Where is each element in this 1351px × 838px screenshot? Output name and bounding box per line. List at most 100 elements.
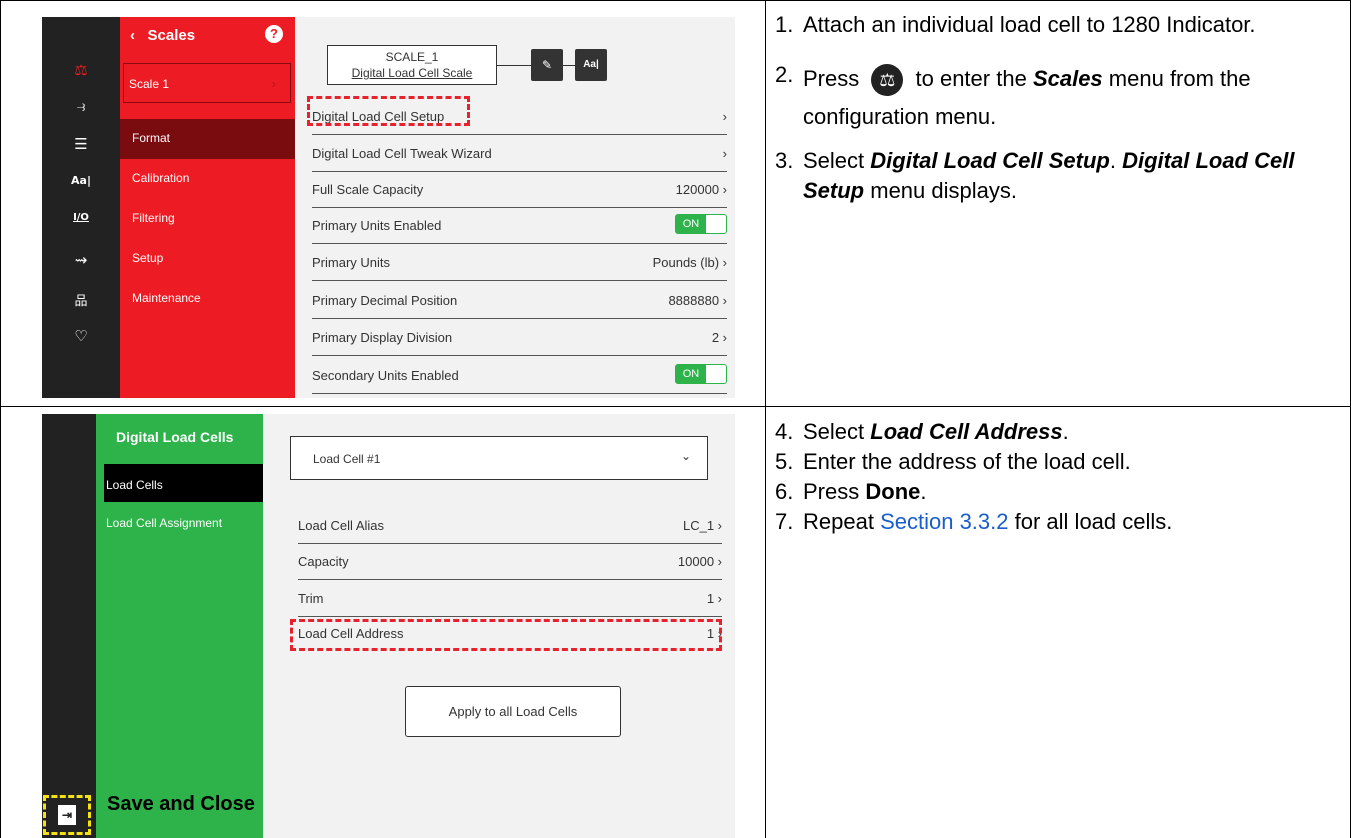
wireless-icon[interactable]: ⥽ <box>42 97 120 115</box>
step-number: 3. <box>775 148 794 173</box>
row-value: 8888880 › <box>668 293 727 308</box>
step-emphasis: Load Cell Address <box>870 419 1063 444</box>
step-number: 6. <box>775 479 794 504</box>
row-label: Primary Decimal Position <box>312 293 458 308</box>
step-bold: Done <box>865 479 921 504</box>
row-value: Pounds (lb) › <box>652 255 727 270</box>
row-primary-decimal-position[interactable]: Primary Decimal Position 8888880 › <box>312 285 727 319</box>
scale-settings-pane: SCALE_1 Digital Load Cell Scale ✎ Aa| Di… <box>295 17 735 398</box>
scale-icon[interactable]: ⚖ <box>42 61 120 79</box>
save-close-icon[interactable]: ⇥ <box>58 805 76 825</box>
load-cell-select[interactable]: Load Cell #1 ⌄ <box>290 436 708 480</box>
list-icon[interactable]: ☰ <box>42 135 120 153</box>
nav-rail: ⚖ ⥽ ☰ Aa| I/O ⇝ 品 ♡ <box>42 17 120 398</box>
toggle-on-label: ON <box>676 215 706 233</box>
row-divider <box>312 393 727 394</box>
step-text-part: Press <box>803 479 860 504</box>
row-secondary-units-enabled: Secondary Units Enabled ON <box>312 360 727 394</box>
page-title: Scales <box>147 27 196 44</box>
row-divider <box>312 355 727 356</box>
step-text: Select Load Cell Address. <box>803 417 1345 447</box>
row-value: › <box>722 146 727 161</box>
row-label: Trim <box>298 591 324 606</box>
chevron-right-icon: › <box>271 76 276 91</box>
row-divider <box>312 243 727 244</box>
table-border-mid <box>0 406 1351 407</box>
toggle-on-label: ON <box>676 365 706 383</box>
row-capacity[interactable]: Capacity 10000 › <box>298 546 722 580</box>
menu-item-filtering[interactable]: Filtering <box>120 199 295 239</box>
back-icon[interactable]: ‹ <box>130 27 135 44</box>
row-divider <box>312 134 727 135</box>
row-load-cell-alias[interactable]: Load Cell Alias LC_1 › <box>298 510 722 544</box>
step-emphasis: Scales <box>1032 66 1103 91</box>
font-settings-icon[interactable]: Aa| <box>575 49 607 81</box>
scales-header[interactable]: ‹ Scales <box>130 27 195 44</box>
row-label: Primary Units Enabled <box>312 218 442 233</box>
edit-icon[interactable]: ✎ <box>531 49 563 81</box>
network-icon[interactable]: 品 <box>42 290 120 309</box>
save-close-highlight: ⇥ <box>43 795 91 835</box>
nav-rail-2 <box>42 414 96 838</box>
row-trim[interactable]: Trim 1 › <box>298 583 722 617</box>
row-value: LC_1 › <box>682 518 722 533</box>
step-text: Attach an individual load cell to 1280 I… <box>803 12 1256 37</box>
menu-item-maintenance[interactable]: Maintenance <box>120 279 295 319</box>
table-border-divider <box>765 0 766 838</box>
apply-to-all-button[interactable]: Apply to all Load Cells <box>405 686 621 737</box>
step-number: 1. <box>775 12 794 37</box>
io-icon[interactable]: I/O <box>42 212 120 223</box>
step-text: Press ⚖ to enter the Scales menu from th… <box>803 60 1345 136</box>
row-label: Secondary Units Enabled <box>312 368 459 383</box>
scale-type: Digital Load Cell Scale <box>351 66 473 80</box>
step-text-part: menu from the configuration menu. <box>803 66 1251 129</box>
scale-name-box: SCALE_1 Digital Load Cell Scale <box>327 45 497 85</box>
primary-units-toggle[interactable]: ON <box>675 214 727 234</box>
digital-load-cells-menu: Digital Load Cells Load Cells Load Cell … <box>96 414 263 838</box>
step-2: 2. Press ⚖ to enter the Scales menu from… <box>775 60 1345 136</box>
row-value: 2 › <box>711 330 727 345</box>
row-divider <box>312 318 727 319</box>
help-icon[interactable]: ? <box>265 25 283 43</box>
connector-line <box>497 65 531 66</box>
connector-line <box>563 65 575 66</box>
step-number: 2. <box>775 62 794 87</box>
scale-select[interactable]: Scale 1 › <box>123 63 291 103</box>
health-icon[interactable]: ♡ <box>42 327 120 345</box>
row-label: Capacity <box>298 554 349 569</box>
font-icon[interactable]: Aa| <box>42 174 120 187</box>
scale-select-label: Scale 1 <box>129 77 170 91</box>
table-border-left <box>0 0 1 838</box>
row-primary-display-division[interactable]: Primary Display Division 2 › <box>312 322 727 356</box>
highlight-load-cell-address <box>290 619 722 651</box>
step-number: 7. <box>775 509 794 534</box>
row-value: 1 › <box>706 591 722 606</box>
menu-item-load-cells[interactable]: Load Cells <box>104 464 263 502</box>
row-full-scale-capacity[interactable]: Full Scale Capacity 120000 › <box>312 174 727 208</box>
step-text-part: Select <box>803 419 865 444</box>
row-label: Primary Units <box>312 255 391 270</box>
row-divider <box>312 207 727 208</box>
scale-name: SCALE_1 <box>385 50 439 64</box>
row-value: › <box>722 109 727 124</box>
step-text-part: . <box>1062 419 1069 444</box>
menu-item-calibration[interactable]: Calibration <box>120 159 295 199</box>
page-title: Digital Load Cells <box>116 429 234 445</box>
row-tweak-wizard[interactable]: Digital Load Cell Tweak Wizard › <box>312 138 727 172</box>
menu-item-load-cell-assignment[interactable]: Load Cell Assignment <box>106 516 222 530</box>
step-text-part: Select <box>803 148 865 173</box>
save-and-close-label: Save and Close <box>107 793 255 815</box>
section-link[interactable]: Section 3.3.2 <box>880 509 1008 534</box>
menu-item-format[interactable]: Format <box>120 119 295 159</box>
row-divider <box>298 616 722 617</box>
menu-item-setup[interactable]: Setup <box>120 239 295 279</box>
scale-menu-icon: ⚖ <box>871 64 904 97</box>
step-text-part: for all load cells. <box>1014 509 1173 534</box>
row-primary-units[interactable]: Primary Units Pounds (lb) › <box>312 247 727 281</box>
chevron-down-icon: ⌄ <box>680 449 691 463</box>
route-icon[interactable]: ⇝ <box>42 251 120 269</box>
step-text: Select Digital Load Cell Setup. Digital … <box>803 146 1345 206</box>
row-label: Digital Load Cell Tweak Wizard <box>312 146 492 161</box>
row-label: Load Cell Alias <box>298 518 384 533</box>
secondary-units-toggle[interactable]: ON <box>675 364 727 384</box>
